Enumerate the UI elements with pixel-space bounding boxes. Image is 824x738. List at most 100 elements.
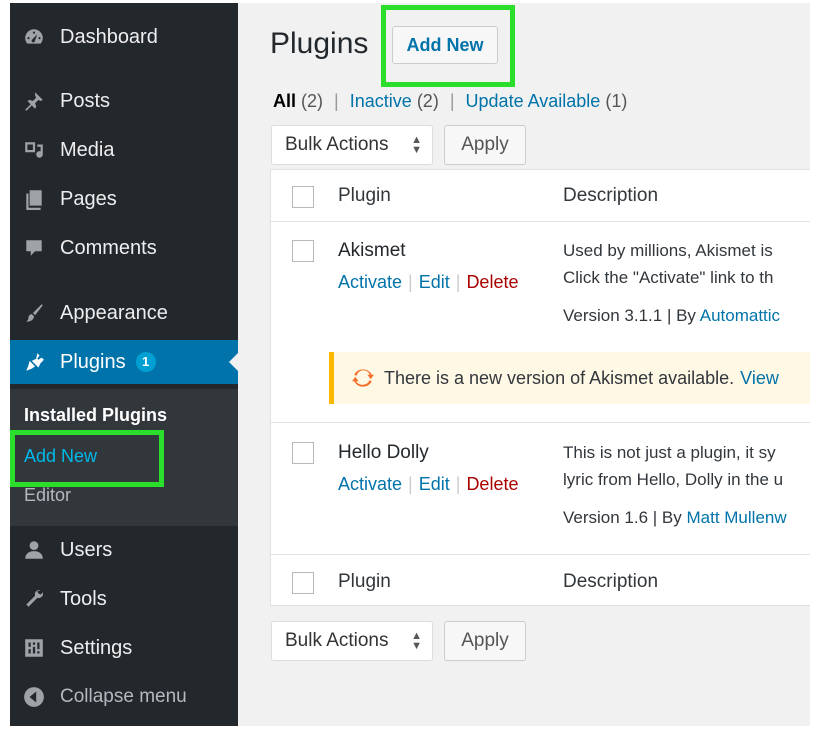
action-separator: |: [455, 474, 461, 494]
plugin-description-line: Click the "Activate" link to th: [563, 268, 774, 287]
collapse-icon: [22, 685, 46, 709]
version-text: Version 1.6 | By: [563, 508, 687, 527]
menu-item-users[interactable]: Users: [10, 528, 238, 572]
table-divider: [271, 221, 810, 222]
brush-icon: [22, 301, 46, 325]
table-divider: [271, 554, 810, 555]
apply-button-bottom[interactable]: Apply: [444, 621, 526, 661]
select-all-checkbox[interactable]: [292, 186, 314, 208]
menu-item-settings[interactable]: Settings: [10, 626, 238, 670]
menu-item-dashboard[interactable]: Dashboard: [10, 15, 238, 59]
collapse-menu-button[interactable]: Collapse menu: [10, 675, 238, 719]
menu-label-posts: Posts: [60, 89, 111, 112]
delete-link[interactable]: Delete: [466, 474, 518, 494]
select-all-checkbox-footer[interactable]: [292, 572, 314, 594]
edit-link[interactable]: Edit: [419, 272, 450, 292]
menu-item-media[interactable]: Media: [10, 128, 238, 172]
filter-inactive-count: (2): [416, 91, 439, 111]
plugin-status-filters: All (2) | Inactive (2) | Update Availabl…: [273, 91, 627, 112]
page-title: Plugins: [270, 27, 369, 60]
activate-link[interactable]: Activate: [338, 474, 402, 494]
menu-label-collapse: Collapse menu: [60, 686, 187, 707]
highlight-box-add-new-submenu: [10, 430, 164, 487]
update-count-badge: 1: [135, 352, 156, 372]
filter-separator: |: [449, 91, 455, 111]
author-link[interactable]: Automattic: [700, 306, 780, 325]
filter-update-count: (1): [605, 91, 628, 111]
action-separator: |: [408, 474, 413, 494]
pages-icon: [22, 187, 46, 211]
settings-icon: [22, 636, 46, 660]
column-footer-description: Description: [563, 571, 659, 592]
plugin-description-line: This is not just a plugin, it sy: [563, 443, 776, 462]
menu-label-pages: Pages: [60, 187, 117, 210]
current-menu-arrow: [229, 353, 238, 371]
menu-item-posts[interactable]: Posts: [10, 79, 238, 123]
edit-link[interactable]: Edit: [419, 474, 450, 494]
apply-button-top[interactable]: Apply: [444, 125, 526, 165]
comment-icon: [22, 236, 46, 260]
plugin-name-akismet: Akismet: [338, 240, 406, 261]
menu-label-tools: Tools: [60, 587, 107, 610]
pin-icon: [22, 89, 46, 113]
menu-item-pages[interactable]: Pages: [10, 177, 238, 221]
plugin-version-akismet: Version 3.1.1 | By Automattic: [563, 306, 780, 326]
filter-inactive[interactable]: Inactive: [350, 91, 412, 111]
view-details-link[interactable]: View: [740, 368, 779, 389]
highlight-box-add-new-button: [381, 5, 515, 87]
menu-label-comments: Comments: [60, 236, 157, 259]
media-icon: [22, 138, 46, 162]
bulk-actions-select-bottom[interactable]: Bulk Actions ▲ ▼: [271, 621, 433, 661]
submenu-editor[interactable]: Editor: [24, 485, 71, 506]
table-divider: [271, 422, 810, 423]
wrench-icon: [22, 587, 46, 611]
plugin-description-line: Used by millions, Akismet is: [563, 241, 773, 260]
update-notice-text: There is a new version of Akismet availa…: [384, 367, 735, 388]
action-separator: |: [455, 272, 461, 292]
update-icon: [352, 369, 374, 387]
version-text: Version 3.1.1 | By: [563, 306, 700, 325]
dashboard-icon: [22, 25, 46, 49]
delete-link[interactable]: Delete: [466, 272, 518, 292]
column-footer-plugin[interactable]: Plugin: [338, 571, 391, 593]
menu-item-tools[interactable]: Tools: [10, 577, 238, 621]
activate-link[interactable]: Activate: [338, 272, 402, 292]
menu-label-appearance: Appearance: [60, 301, 168, 324]
menu-item-plugins[interactable]: Plugins 1: [10, 340, 238, 384]
plugins-table: Plugin Description Akismet Activate | Edit…: [270, 169, 810, 606]
menu-label-settings: Settings: [60, 636, 133, 659]
plugin-checkbox-hello-dolly[interactable]: [292, 442, 314, 464]
submenu-installed-plugins[interactable]: Installed Plugins: [24, 405, 167, 426]
menu-label-users: Users: [60, 538, 113, 561]
row-actions-hello-dolly: Activate | Edit | Delete: [338, 474, 518, 495]
select-arrows-icon: ▲ ▼: [411, 134, 422, 156]
author-link[interactable]: Matt Mullenw: [686, 508, 786, 527]
column-header-plugin[interactable]: Plugin: [338, 185, 391, 207]
select-arrows-icon: ▲ ▼: [411, 630, 422, 652]
plugin-icon: [22, 350, 46, 374]
filter-all-count: (2): [301, 91, 324, 111]
filter-update-available[interactable]: Update Available: [466, 91, 601, 111]
action-separator: |: [408, 272, 413, 292]
menu-label-dashboard: Dashboard: [60, 25, 158, 48]
plugin-version-hello-dolly: Version 1.6 | By Matt Mullenw: [563, 508, 787, 528]
menu-item-comments[interactable]: Comments: [10, 226, 238, 270]
menu-label-plugins: Plugins: [60, 350, 126, 373]
bulk-actions-label: Bulk Actions: [285, 134, 389, 155]
admin-sidebar: Dashboard Posts Media Pages Comments App…: [10, 3, 238, 726]
users-icon: [22, 538, 46, 562]
update-notice: There is a new version of Akismet availa…: [329, 352, 810, 404]
wp-admin-window: Dashboard Posts Media Pages Comments App…: [10, 3, 810, 726]
menu-label-media: Media: [60, 138, 115, 161]
bulk-actions-select-top[interactable]: Bulk Actions ▲ ▼: [271, 125, 433, 165]
plugin-name-hello-dolly: Hello Dolly: [338, 442, 429, 463]
filter-separator: |: [334, 91, 339, 111]
row-actions-akismet: Activate | Edit | Delete: [338, 272, 518, 293]
bulk-actions-label: Bulk Actions: [285, 630, 389, 651]
column-header-description: Description: [563, 185, 659, 206]
filter-all[interactable]: All: [273, 91, 296, 111]
main-content: Plugins Add New All (2) | Inactive (2) |…: [238, 3, 810, 726]
menu-item-appearance[interactable]: Appearance: [10, 291, 238, 335]
plugin-checkbox-akismet[interactable]: [292, 240, 314, 262]
plugin-description-line: lyric from Hello, Dolly in the u: [563, 470, 784, 489]
